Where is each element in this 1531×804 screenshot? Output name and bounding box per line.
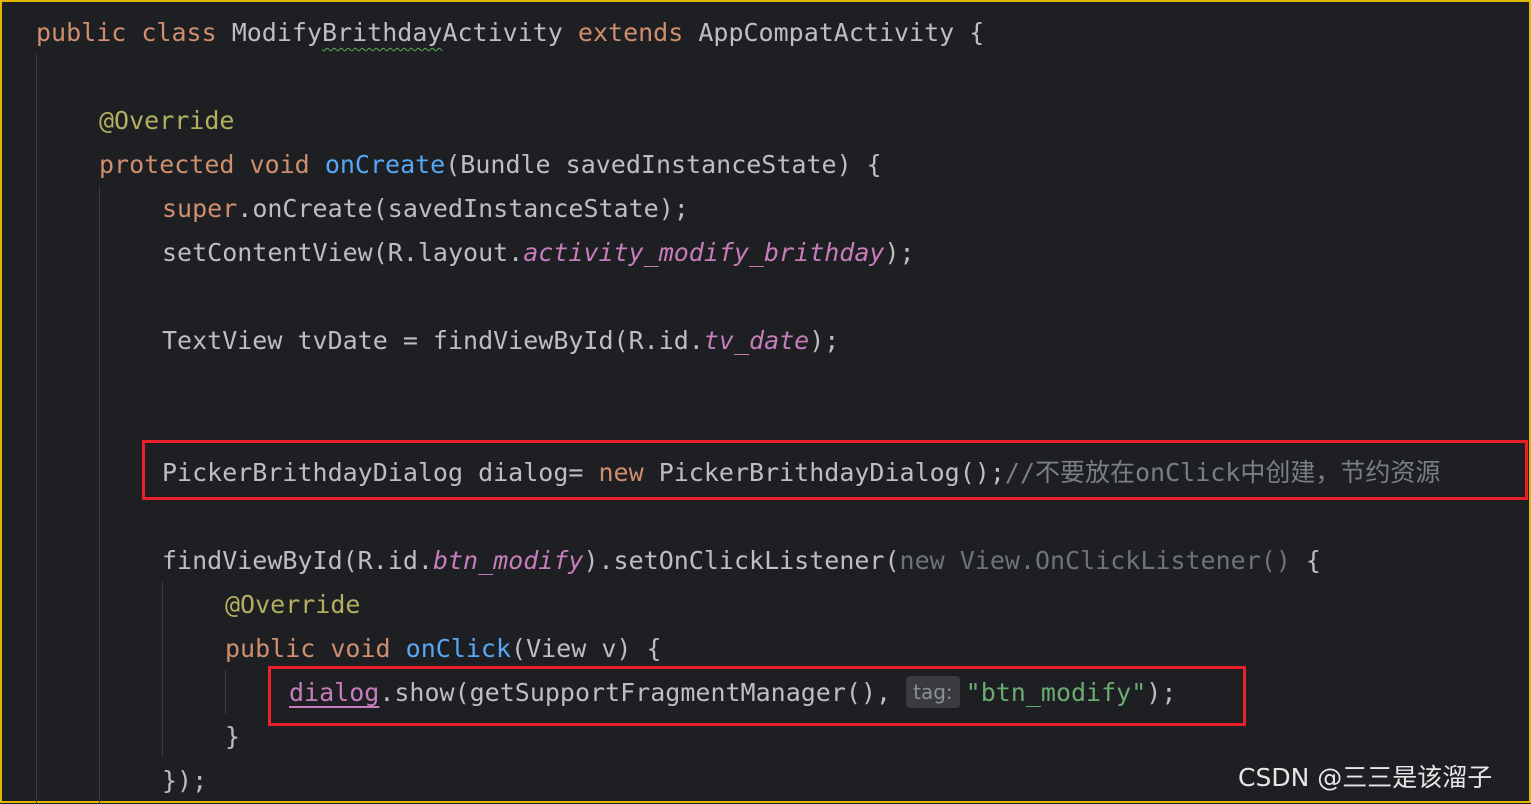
typo-warning-word[interactable]: Brithday <box>322 18 442 47</box>
folded-anonymous-class: new View.OnClickListener() <box>899 546 1291 575</box>
class-name-part: Modify <box>231 18 323 47</box>
keyword-super: super <box>162 194 238 223</box>
code-line-close-brace[interactable]: } <box>225 715 240 759</box>
code-text: ).setOnClickListener( <box>583 546 900 575</box>
open-brace: { <box>969 18 985 47</box>
static-field-btn-modify: btn_modify <box>432 546 584 575</box>
keyword-public: public <box>36 18 127 47</box>
indent-guide <box>225 670 226 714</box>
static-field-layout: activity_modify_brithday <box>523 238 885 267</box>
keyword-public: public <box>225 634 316 663</box>
code-line-set-on-click-listener[interactable]: findViewById(R.id.btn_modify).setOnClick… <box>162 539 1321 583</box>
keyword-void: void <box>330 634 391 663</box>
super-call-rest: .onCreate(savedInstanceState); <box>237 194 689 223</box>
method-name-onclick: onClick <box>405 634 512 663</box>
indent-guide <box>36 54 37 804</box>
code-text: findViewById(R.id. <box>162 546 433 575</box>
method-name-oncreate: onCreate <box>324 150 446 179</box>
code-line-close-listener[interactable]: }); <box>162 759 207 803</box>
code-line-tvdate[interactable]: TextView tvDate = findViewById(R.id.tv_d… <box>162 319 839 363</box>
keyword-extends: extends <box>577 18 684 47</box>
close-brace: } <box>225 722 241 751</box>
indent-guide <box>162 582 163 756</box>
code-text: TextView tvDate = findViewById(R.id. <box>162 326 704 355</box>
highlight-box-dialog-creation <box>142 440 1528 500</box>
annotation-override: @Override <box>225 590 361 619</box>
code-editor[interactable]: public class ModifyBrithdayActivity exte… <box>0 0 1531 804</box>
keyword-void: void <box>249 150 310 179</box>
class-name-part: Activity <box>442 18 563 47</box>
static-field-tv-date: tv_date <box>703 326 810 355</box>
indent-guide <box>99 186 100 804</box>
code-line-super-call[interactable]: super.onCreate(savedInstanceState); <box>162 187 689 231</box>
watermark-text: CSDN @三三是该溜子 <box>1238 763 1493 792</box>
code-line-onclick-declaration[interactable]: public void onClick(View v) { <box>225 627 662 671</box>
code-text: ); <box>809 326 840 355</box>
method-params: (Bundle savedInstanceState) { <box>445 150 882 179</box>
keyword-class: class <box>141 18 217 47</box>
code-text: { <box>1290 546 1321 575</box>
keyword-protected: protected <box>99 150 235 179</box>
code-line-set-content-view[interactable]: setContentView(R.layout.activity_modify_… <box>162 231 915 275</box>
code-text: setContentView(R.layout. <box>162 238 524 267</box>
code-line-oncreate-declaration[interactable]: protected void onCreate(Bundle savedInst… <box>99 143 882 187</box>
code-text: ); <box>884 238 915 267</box>
code-line-override-inner[interactable]: @Override <box>225 583 360 627</box>
close-listener: }); <box>162 766 208 795</box>
code-line-class-declaration[interactable]: public class ModifyBrithdayActivity exte… <box>36 11 984 55</box>
method-params: (View v) { <box>511 634 662 663</box>
highlight-box-dialog-show <box>268 666 1246 726</box>
code-line-override[interactable]: @Override <box>99 99 234 143</box>
annotation-override: @Override <box>99 106 235 135</box>
superclass-name: AppCompatActivity <box>698 18 955 47</box>
